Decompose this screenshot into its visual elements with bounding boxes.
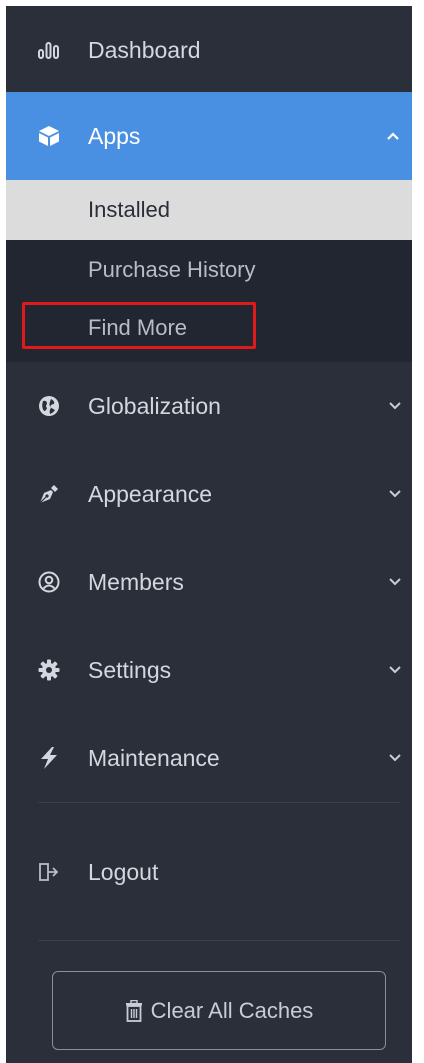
chevron-down-icon [386,485,404,503]
sidebar-item-label: Members [88,568,184,595]
submenu-item-label: Installed [88,197,170,222]
admin-sidebar: Dashboard Apps Installed Purchase Histor… [6,6,412,1063]
pen-nib-icon [36,481,62,507]
globe-icon [36,393,62,419]
divider [38,802,400,803]
sidebar-item-logout[interactable]: Logout [6,828,412,916]
sidebar-item-label: Globalization [88,392,221,419]
sign-out-icon [36,859,62,885]
bolt-icon [36,745,62,771]
clear-all-caches-label: Clear All Caches [150,997,314,1023]
sidebar-item-label: Apps [88,122,141,149]
chevron-up-icon [384,127,402,145]
sidebar-item-maintenance[interactable]: Maintenance [6,714,412,802]
sidebar-item-apps[interactable]: Apps [6,92,412,180]
sidebar-item-label: Appearance [88,480,213,507]
sidebar-item-label: Maintenance [88,744,220,771]
highlight-box [22,302,256,349]
chevron-down-icon [386,661,404,679]
submenu-item-label: Purchase History [88,257,256,282]
sidebar-item-dashboard[interactable]: Dashboard [6,6,412,94]
clear-all-caches-button[interactable]: Clear All Caches [52,971,386,1050]
sidebar-item-globalization[interactable]: Globalization [6,362,412,450]
sidebar-item-appearance[interactable]: Appearance [6,450,412,538]
chevron-down-icon [386,749,404,767]
chevron-down-icon [386,573,404,591]
sidebar-item-label: Settings [88,656,172,683]
chevron-down-icon [386,397,404,415]
bar-chart-icon [36,37,62,63]
submenu-item-purchase-history[interactable]: Purchase History [6,240,412,300]
sidebar-item-settings[interactable]: Settings [6,626,412,714]
divider [38,940,400,941]
gear-icon [36,657,62,683]
sidebar-item-members[interactable]: Members [6,538,412,626]
trash-icon [125,999,145,1022]
submenu-item-installed[interactable]: Installed [6,180,412,240]
user-circle-icon [36,569,62,595]
sidebar-item-label: Logout [88,858,159,885]
cube-icon [36,123,62,149]
sidebar-item-label: Dashboard [88,36,201,63]
